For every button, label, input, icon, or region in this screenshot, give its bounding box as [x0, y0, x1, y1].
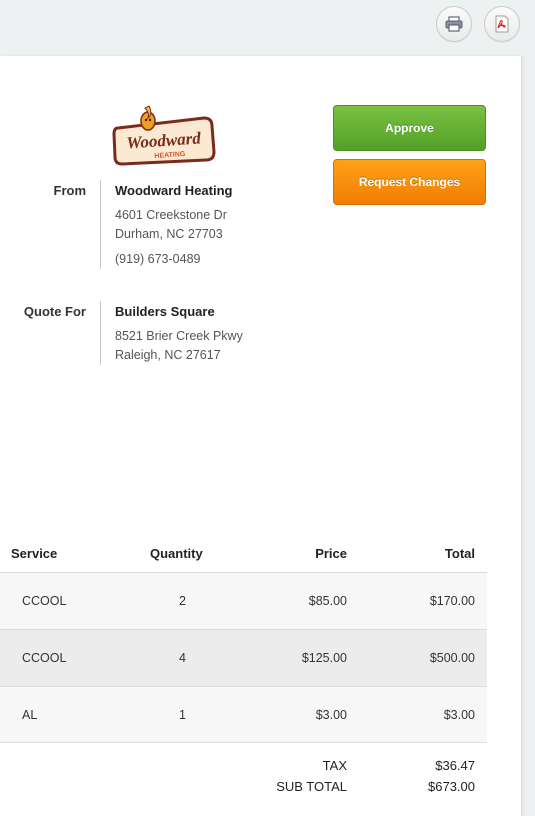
from-divider — [100, 180, 101, 269]
service-cell: CCOOL — [22, 651, 67, 665]
quantity-cell: 4 — [179, 651, 186, 665]
tax-label: TAX — [322, 758, 347, 773]
table-row: AL 1 $3.00 $3.00 — [0, 686, 487, 743]
quantity-cell: 1 — [179, 708, 186, 722]
subtotal-value: $673.00 — [428, 779, 475, 794]
printer-icon — [445, 16, 463, 32]
company-logo: Woodward HEATING — [112, 105, 216, 166]
total-cell: $3.00 — [443, 708, 475, 722]
price-cell: $125.00 — [301, 651, 347, 665]
total-cell: $170.00 — [429, 594, 475, 608]
quote-for-label: Quote For — [23, 304, 86, 319]
approve-button[interactable]: Approve — [333, 105, 486, 151]
price-cell: $85.00 — [308, 594, 347, 608]
from-address-line2: Durham, NC 27703 — [115, 227, 223, 241]
from-phone: (919) 673-0489 — [115, 252, 201, 266]
column-header-total: Total — [444, 546, 475, 561]
request-changes-button[interactable]: Request Changes — [333, 159, 486, 205]
price-cell: $3.00 — [315, 708, 347, 722]
quote-for-address-line2: Raleigh, NC 27617 — [115, 348, 221, 362]
pdf-button[interactable] — [484, 6, 520, 42]
pdf-icon — [495, 15, 509, 33]
service-cell: AL — [22, 708, 38, 722]
from-label: From — [53, 183, 87, 198]
tax-value: $36.47 — [435, 758, 475, 773]
column-header-price: Price — [315, 546, 347, 561]
subtotal-label: SUB TOTAL — [276, 779, 347, 794]
quote-for-address-line1: 8521 Brier Creek Pkwy — [115, 329, 243, 343]
service-cell: CCOOL — [22, 594, 67, 608]
table-row: CCOOL 2 $85.00 $170.00 — [0, 572, 487, 629]
print-button[interactable] — [436, 6, 472, 42]
table-row: CCOOL 4 $125.00 $500.00 — [0, 629, 487, 686]
quantity-cell: 2 — [179, 594, 186, 608]
total-cell: $500.00 — [429, 651, 475, 665]
from-address-line1: 4601 Creekstone Dr — [115, 208, 227, 222]
column-header-quantity: Quantity — [150, 546, 203, 561]
quote-for-divider — [100, 301, 101, 365]
quote-for-client-name: Builders Square — [115, 304, 215, 319]
column-header-service: Service — [11, 546, 58, 561]
from-company-name: Woodward Heating — [115, 183, 233, 198]
